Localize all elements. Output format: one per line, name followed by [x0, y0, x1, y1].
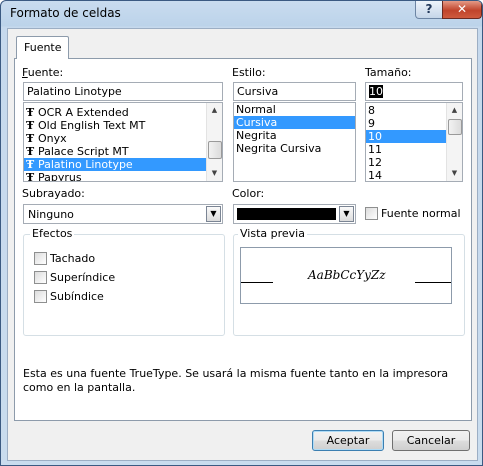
list-item[interactable]: 8 [366, 104, 447, 117]
chevron-down-icon[interactable]: ▼ [206, 206, 221, 222]
list-item-label: Onyx [38, 132, 67, 145]
font-scrollbar[interactable]: ▲ ▼ [206, 103, 222, 181]
tab-fuente[interactable]: Fuente [16, 36, 69, 59]
tab-panel: Fuente: Palatino Linotype Ŧ OCR A Extende… [14, 58, 472, 421]
scroll-down-icon[interactable]: ▼ [448, 167, 461, 180]
subscript-label: Subíndice [50, 290, 104, 303]
style-list[interactable]: Normal Cursiva Negrita Negrita Cursiva [233, 102, 356, 182]
dialog-client: Fuente Fuente: Palatino Linotype Ŧ OCR A … [7, 28, 478, 461]
truetype-icon: Ŧ [26, 132, 35, 145]
style-label: Estilo: [232, 66, 266, 79]
truetype-icon: Ŧ [26, 119, 35, 132]
ok-button[interactable]: Aceptar [312, 430, 384, 451]
list-item-label: Old English Text MT [38, 119, 146, 132]
preview-sample: AaBbCcYyZz [308, 268, 386, 282]
list-item-label: OCR A Extended [38, 106, 129, 119]
subscript-checkbox[interactable] [34, 290, 47, 303]
font-input[interactable]: Palatino Linotype [23, 82, 223, 101]
superscript-label: Superíndice [50, 271, 116, 284]
size-list[interactable]: 8 9 10 11 12 14 ▲ ▼ [365, 102, 463, 182]
size-input[interactable]: 10 [365, 82, 463, 101]
title-bar[interactable]: Formato de celdas ? ✕ [1, 1, 482, 27]
list-item[interactable]: 12 [366, 156, 447, 169]
font-label-text: uente: [27, 66, 64, 79]
effects-title: Efectos [30, 227, 75, 240]
size-scrollbar[interactable]: ▲ ▼ [446, 103, 462, 181]
strikethrough-label: Tachado [50, 252, 96, 265]
list-item-label: Papyrus [38, 171, 82, 182]
truetype-icon: Ŧ [26, 171, 35, 182]
list-item[interactable]: Negrita Cursiva [234, 142, 355, 155]
scroll-down-icon[interactable]: ▼ [208, 167, 221, 180]
scroll-thumb[interactable] [448, 119, 462, 135]
help-button[interactable]: ? [415, 1, 443, 19]
preview-title: Vista previa [238, 227, 307, 240]
list-item[interactable]: Ŧ Papyrus [24, 171, 222, 182]
superscript-checkbox[interactable] [34, 271, 47, 284]
strikethrough-checkbox[interactable] [34, 252, 47, 265]
scroll-thumb[interactable] [208, 141, 222, 159]
underline-select-value: Ninguno [28, 208, 74, 221]
normal-font-label: Fuente normal [381, 207, 461, 220]
window-title: Formato de celdas [10, 6, 121, 20]
list-item-label: Palatino Linotype [38, 158, 133, 171]
color-swatch [237, 208, 336, 220]
preview-baseline-right [415, 282, 451, 283]
truetype-icon: Ŧ [26, 158, 35, 171]
size-label: Tamaño: [365, 66, 412, 79]
list-item[interactable]: 14 [366, 169, 447, 181]
list-item[interactable]: Negrita [234, 129, 355, 142]
size-input-value: 10 [369, 85, 383, 98]
preview-baseline-left [241, 282, 273, 283]
list-item[interactable]: Ŧ Old English Text MT [24, 119, 222, 132]
tab-label: Fuente [24, 41, 62, 54]
underline-label: Subrayado: [22, 187, 85, 200]
list-item[interactable]: Ŧ OCR A Extended [24, 106, 222, 119]
list-item[interactable]: 9 [366, 117, 447, 130]
truetype-icon: Ŧ [26, 145, 35, 158]
font-list[interactable]: Ŧ OCR A Extended Ŧ Old English Text MT Ŧ On… [23, 102, 223, 182]
underline-select[interactable]: Ninguno ▼ [23, 204, 223, 224]
font-label: Fuente: [22, 66, 64, 79]
list-item-selected[interactable]: 10 [366, 130, 447, 143]
preview-group: Vista previa AaBbCcYyZz [233, 227, 465, 336]
list-item-selected[interactable]: Cursiva [234, 116, 355, 129]
list-item-selected[interactable]: Ŧ Palatino Linotype [24, 158, 222, 171]
style-input[interactable]: Cursiva [233, 82, 356, 101]
effects-group: Efectos Tachado Superíndice Subíndice [23, 227, 225, 336]
list-item[interactable]: Ŧ Onyx [24, 132, 222, 145]
dialog-window: Formato de celdas ? ✕ Fuente Fuente: Pal… [0, 0, 483, 466]
list-item[interactable]: 11 [366, 143, 447, 156]
chevron-down-icon[interactable]: ▼ [339, 206, 354, 222]
truetype-icon: Ŧ [26, 106, 35, 119]
scroll-up-icon[interactable]: ▲ [208, 104, 221, 117]
close-button[interactable]: ✕ [442, 1, 482, 19]
scroll-up-icon[interactable]: ▲ [448, 104, 461, 117]
color-label: Color: [232, 187, 265, 200]
info-text: Esta es una fuente TrueType. Se usará la… [23, 367, 449, 394]
cancel-button[interactable]: Cancelar [392, 430, 470, 451]
color-select[interactable]: ▼ [233, 204, 356, 224]
preview-box: AaBbCcYyZz [240, 247, 452, 304]
list-item[interactable]: Normal [234, 103, 355, 116]
list-item-label: Palace Script MT [38, 145, 129, 158]
list-item[interactable]: Ŧ Palace Script MT [24, 145, 222, 158]
normal-font-checkbox[interactable] [365, 207, 378, 220]
